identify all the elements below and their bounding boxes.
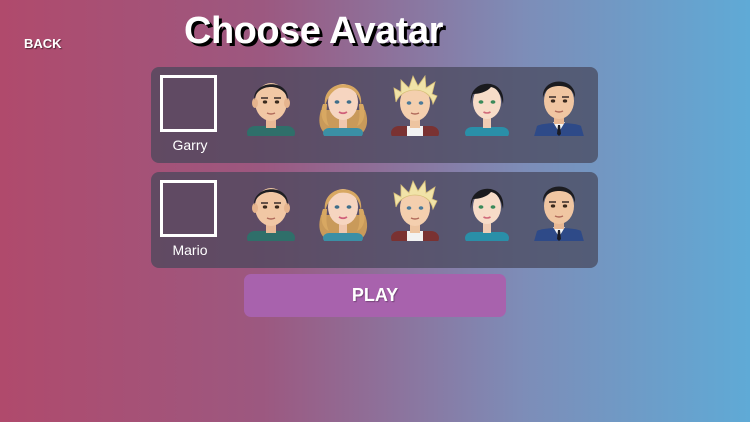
player-panel-1: Garry (151, 67, 598, 163)
blond-boy-avatar[interactable] (385, 70, 445, 136)
selected-avatar-slot[interactable] (160, 180, 217, 237)
avatar-options (241, 175, 593, 241)
suited-man-avatar[interactable] (529, 70, 589, 136)
blond-boy-avatar[interactable] (385, 175, 445, 241)
page-title: Choose Avatar (184, 10, 443, 52)
dark-haired-girl-avatar[interactable] (457, 70, 517, 136)
player-name: Garry (172, 137, 208, 153)
selected-avatar-slot[interactable] (160, 75, 217, 132)
back-button[interactable]: BACK (24, 36, 62, 51)
dark-haired-boy-avatar[interactable] (241, 70, 301, 136)
dark-haired-girl-avatar[interactable] (457, 175, 517, 241)
player-panel-2: Mario (151, 172, 598, 268)
avatar-options (241, 70, 593, 136)
suited-man-avatar[interactable] (529, 175, 589, 241)
dark-haired-boy-avatar[interactable] (241, 175, 301, 241)
player-name: Mario (172, 242, 208, 258)
blonde-girl-avatar[interactable] (313, 175, 373, 241)
play-button[interactable]: PLAY (244, 274, 506, 317)
blonde-girl-avatar[interactable] (313, 70, 373, 136)
